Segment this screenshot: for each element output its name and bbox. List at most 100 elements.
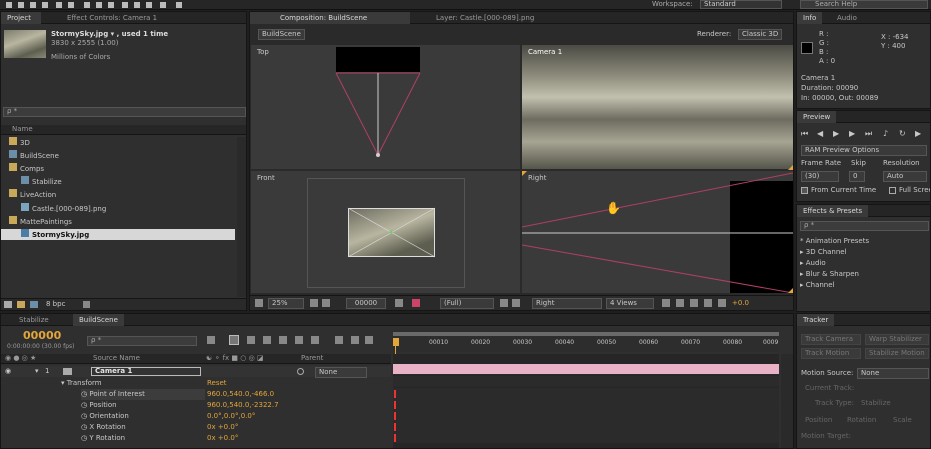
zoom-dropdown[interactable]: 25% [268, 298, 304, 309]
effects-category[interactable]: * Animation Presets [800, 236, 869, 247]
keyframe-marker[interactable] [394, 390, 396, 398]
effects-category[interactable]: ▸ Channel [800, 280, 835, 291]
render-icon[interactable] [365, 336, 373, 344]
stabilize-motion-button[interactable]: Stabilize Motion [865, 348, 929, 359]
bpc-label[interactable]: 8 bpc [46, 300, 65, 309]
timeline-scrollbar[interactable] [781, 354, 793, 448]
mask-visibility-icon[interactable] [322, 299, 330, 307]
tab-project[interactable]: Project [1, 12, 41, 24]
tab-effect-controls[interactable]: Effect Controls: Camera 1 [61, 12, 163, 24]
ram-preview-dropdown[interactable]: RAM Preview Options [801, 145, 927, 156]
scale-option[interactable]: Scale [893, 416, 912, 425]
property-row[interactable]: ◷ Orientation [81, 411, 129, 422]
property-value[interactable]: 0.0°,0.0°,0.0° [207, 412, 255, 421]
parent-pickwhip-icon[interactable] [297, 368, 304, 375]
list-item-stormysky[interactable]: StormySky.jpg [1, 229, 235, 240]
region-of-interest-icon[interactable] [500, 299, 508, 307]
brainstorm-icon[interactable] [311, 336, 319, 344]
column-source-name[interactable]: Source Name [93, 354, 140, 363]
current-time-display[interactable]: 00000 [346, 298, 386, 309]
property-row[interactable]: ◷ X Rotation [81, 422, 126, 433]
interpret-footage-icon[interactable] [4, 301, 12, 308]
project-search-input[interactable] [3, 107, 246, 117]
effects-search-input[interactable] [800, 221, 929, 231]
tab-tracker[interactable]: Tracker [797, 314, 835, 326]
keyframe-marker[interactable] [394, 423, 396, 431]
full-screen-checkbox[interactable] [889, 187, 896, 194]
play-icon[interactable]: ▶ [833, 129, 839, 138]
first-frame-icon[interactable]: ⏮ [801, 129, 808, 139]
from-current-time-checkbox[interactable] [801, 187, 808, 194]
list-item-castle[interactable]: Castle.[000-089].png [1, 203, 235, 214]
frame-rate-dropdown[interactable]: (30) [801, 171, 839, 182]
tab-layer[interactable]: Layer: Castle.[000-089].png [412, 12, 540, 24]
property-row[interactable]: ◷ Point of Interest [81, 389, 205, 400]
view-right[interactable]: Right ✋ [522, 171, 793, 293]
next-frame-icon[interactable]: ▶ [849, 129, 855, 138]
effects-category[interactable]: ▸ 3D Channel [800, 247, 847, 258]
ram-preview-icon[interactable]: ▶ [915, 129, 921, 138]
new-folder-icon[interactable] [17, 301, 25, 308]
track-area[interactable] [393, 354, 779, 448]
work-area-bar[interactable] [393, 332, 779, 336]
new-composition-icon[interactable] [30, 301, 38, 308]
track-camera-button[interactable]: Track Camera [801, 334, 861, 345]
snapshot-icon[interactable] [395, 299, 403, 307]
tab-composition[interactable]: Composition: BuildScene [250, 12, 410, 24]
expand-triangle-icon[interactable]: ▾ [35, 367, 39, 375]
effects-category[interactable]: ▸ Audio [800, 258, 826, 269]
parent-dropdown[interactable]: None [315, 367, 367, 378]
graph-editor-icon[interactable] [295, 336, 303, 344]
exposure-icon[interactable] [718, 299, 726, 307]
list-item-comps[interactable]: Comps [1, 163, 235, 174]
motion-sketch-icon[interactable] [335, 336, 343, 344]
grid-options-icon[interactable] [310, 299, 318, 307]
motion-blur-icon[interactable] [263, 336, 271, 344]
time-ruler[interactable]: 00010 00020 00030 00040 00050 00060 0007… [393, 330, 779, 352]
tab-info[interactable]: Info [797, 12, 823, 24]
position-option[interactable]: Position [805, 416, 832, 425]
tab-stabilize[interactable]: Stabilize [13, 314, 55, 326]
effects-category[interactable]: ▸ Blur & Sharpen [800, 269, 859, 280]
draft-3d-icon[interactable] [279, 336, 287, 344]
toggle-pixel-aspect-icon[interactable] [662, 299, 670, 307]
rotation-option[interactable]: Rotation [847, 416, 876, 425]
timeline-icon[interactable] [690, 299, 698, 307]
view-camera[interactable]: Camera 1 [522, 45, 793, 169]
previous-frame-icon[interactable]: ◀ [817, 129, 823, 138]
frame-blending-icon[interactable] [247, 336, 255, 344]
shy-layers-icon[interactable] [229, 335, 239, 345]
property-value[interactable]: 960.0,540.0,-466.0 [207, 390, 274, 399]
timeline-search-input[interactable] [87, 336, 197, 346]
list-item-3d[interactable]: 3D [1, 137, 235, 148]
comp-name-button[interactable]: BuildScene [258, 29, 305, 40]
keyframe-marker[interactable] [394, 412, 396, 420]
keyframe-marker[interactable] [394, 434, 396, 442]
show-channel-icon[interactable] [412, 299, 420, 307]
renderer-button[interactable]: Classic 3D [738, 29, 783, 40]
mute-audio-icon[interactable]: ♪ [883, 129, 888, 138]
video-visibility-icon[interactable]: ◉ [5, 367, 11, 375]
property-row[interactable]: ◷ Position [81, 400, 117, 411]
property-row[interactable]: ◷ Y Rotation [81, 433, 125, 444]
auto-keyframe-icon[interactable] [351, 336, 359, 344]
warp-stabilizer-button[interactable]: Warp Stabilizer [865, 334, 929, 345]
view-layout-dropdown[interactable]: 4 Views [606, 298, 654, 309]
trash-icon[interactable] [83, 301, 90, 308]
tab-buildscene[interactable]: BuildScene [73, 314, 124, 326]
property-value[interactable]: 0x +0.0° [207, 423, 238, 432]
tab-preview[interactable]: Preview [797, 111, 837, 123]
current-time-indicator[interactable] [393, 338, 399, 346]
motion-source-dropdown[interactable]: None [857, 368, 929, 379]
property-value[interactable]: 0x +0.0° [207, 434, 238, 443]
keyframe-marker[interactable] [394, 401, 396, 409]
layer-row-camera[interactable]: ◉ ▾ 1 Camera 1 None [1, 366, 391, 378]
resolution-dropdown[interactable]: Auto [883, 171, 927, 182]
column-name-label[interactable]: Name [12, 125, 33, 134]
tab-effects-presets[interactable]: Effects & Presets [797, 205, 869, 217]
last-frame-icon[interactable]: ⏭ [865, 129, 872, 139]
view-front[interactable]: Front [251, 171, 520, 293]
project-scrollbar[interactable] [237, 137, 246, 297]
property-value[interactable]: 960.0,540.0,-2322.7 [207, 401, 279, 410]
transform-reset-link[interactable]: Reset [207, 379, 227, 388]
